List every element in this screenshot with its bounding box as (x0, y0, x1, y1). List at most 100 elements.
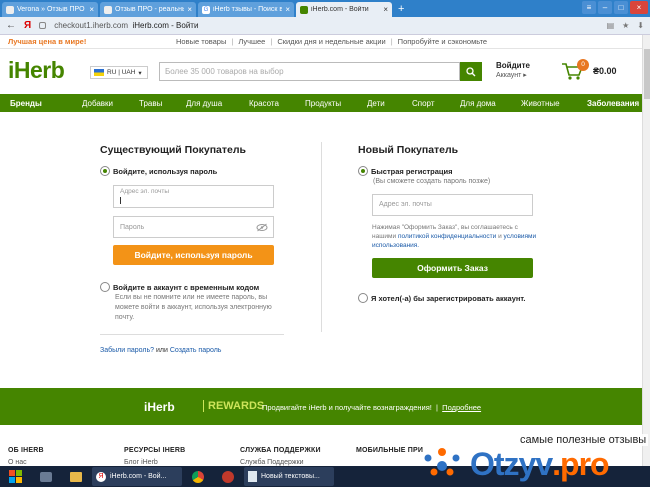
promo-bar: Лучшая цена в мире! Новые товары | Лучшее… (0, 35, 650, 49)
account-menu[interactable]: Войдите Аккаунт ▸ (496, 61, 530, 81)
browser-tab-otzyv[interactable]: Отзыв ПРО - реальные отз× (100, 2, 196, 17)
region-label: RU | UAH (107, 69, 136, 76)
login-password-button[interactable]: Войдите, используя пароль (113, 245, 274, 265)
footer-col-title: РЕСУРСЫ IHERB (124, 447, 186, 454)
footer-link[interactable]: Блог iHerb (124, 459, 185, 466)
watermark-tagline: самые полезные отзывы (518, 434, 649, 446)
start-button[interactable] (2, 467, 30, 486)
privacy-policy-link[interactable]: политикой конфиденциальности (398, 233, 496, 240)
close-icon[interactable]: × (89, 5, 94, 14)
cart-count-badge: 0 (577, 59, 589, 71)
footer-col-title: ОБ IHERB (8, 447, 44, 454)
nav-grocery[interactable]: Продукты (305, 99, 367, 108)
close-icon[interactable]: × (285, 5, 290, 14)
login-link: Войдите (496, 61, 530, 70)
taskbar-browser[interactable]: ЯiHerb.com - Вой... (92, 467, 182, 486)
nav-supplements[interactable]: Добавки (82, 99, 139, 108)
scrollbar-thumb[interactable] (644, 49, 650, 99)
new-email-field[interactable]: Адрес эл. почты (372, 194, 533, 216)
taskbar-chrome[interactable] (184, 467, 212, 486)
iherb-logo[interactable]: iHerb (8, 57, 65, 84)
password-field[interactable]: Пароль (113, 216, 274, 238)
option-quick-register[interactable]: Быстрая регистрация (358, 166, 453, 176)
or-text: или (156, 347, 168, 354)
new-tab-button[interactable]: + (394, 2, 408, 17)
forgot-password-link[interactable]: Забыли пароль? (100, 347, 154, 354)
url-field[interactable]: checkout1.iherb.com iHerb.com - Войти (54, 21, 198, 30)
nav-bath[interactable]: Для душа (186, 99, 249, 108)
footer-col-about: ОБ IHERB О нас (8, 447, 44, 466)
nav-home[interactable]: Для дома (460, 99, 521, 108)
watermark-brand-dot: .pro (552, 446, 609, 482)
taskbar-media-player[interactable] (32, 467, 60, 486)
email-field[interactable]: Адрес эл. почты (113, 185, 274, 208)
login-page: Существующий Покупатель Войдите, использ… (0, 112, 642, 388)
promo-link-trial[interactable]: Попробуйте и сэкономьте (398, 37, 487, 46)
bookmark-star-icon[interactable]: ★ (622, 21, 629, 30)
yandex-icon[interactable]: Я (24, 20, 31, 31)
yandex-browser-icon: Я (96, 471, 106, 482)
nav-sports[interactable]: Спорт (412, 99, 460, 108)
maximize-icon[interactable]: □ (614, 1, 628, 14)
option-temp-code-label: Войдите в аккаунт с временным кодом (113, 282, 260, 292)
text-cursor (120, 197, 121, 204)
footer-col-support: СЛУЖБА ПОДДЕРЖКИ Служба Поддержки (240, 447, 321, 466)
nav-beauty[interactable]: Красота (249, 99, 305, 108)
iherb-favicon-icon (300, 5, 308, 14)
search-input[interactable]: Более 35 000 товаров на выбор (159, 62, 460, 81)
radio-register-account[interactable] (358, 293, 368, 303)
taskbar-notepad[interactable]: Новый текстовы... (244, 467, 334, 486)
page-scrollbar[interactable] (642, 35, 650, 466)
column-divider (321, 142, 322, 332)
rewards-more-link[interactable]: Подробнее (442, 403, 481, 412)
browser-tab-iherb[interactable]: iHerb.com - Войти × (296, 2, 392, 17)
radio-quick-register[interactable] (358, 166, 368, 176)
nav-pets[interactable]: Животные (521, 99, 587, 108)
promo-links: Новые товары | Лучшее | Скидки дня и недел… (176, 37, 488, 46)
tab-title: Отзыв ПРО - реальные отз (115, 6, 184, 13)
promo-link-best[interactable]: Лучшее (238, 37, 265, 46)
radio-temp-code[interactable] (100, 282, 110, 292)
option-temp-code[interactable]: Войдите в аккаунт с временным кодом (100, 282, 259, 292)
menu-icon[interactable]: ≡ (582, 1, 596, 14)
taskbar-explorer[interactable] (62, 467, 90, 486)
radio-password[interactable] (100, 166, 110, 176)
cart-total[interactable]: ₴0.00 (593, 66, 617, 76)
option-register-account[interactable]: Я хотел(-а) бы зарегистрировать аккаунт. (358, 293, 526, 303)
back-arrow-icon[interactable]: ← (6, 20, 16, 31)
create-password-link[interactable]: Создать пароль (170, 347, 222, 354)
reader-icon[interactable]: ▤ (607, 21, 615, 30)
download-icon[interactable]: ⬇ (637, 21, 644, 30)
search-button[interactable] (460, 62, 482, 81)
promo-link-deals[interactable]: Скидки дня и недельные акции (277, 37, 385, 46)
favicon-icon (6, 5, 14, 14)
close-window-icon[interactable]: × (630, 1, 648, 14)
rewards-banner: iHerb REWARDS Продвигайте iHerb и получа… (0, 388, 642, 425)
taskbar-app[interactable] (214, 467, 242, 486)
browser-tab-google[interactable]: GiHerb тзывы - Поиск в Goo× (198, 2, 294, 17)
nav-kids[interactable]: Дети (367, 99, 412, 108)
browser-tab-strip: Verona » Отзыв ПРО - реа× Отзыв ПРО - ре… (0, 0, 650, 17)
minimize-icon[interactable]: – (598, 1, 612, 14)
nav-herbs[interactable]: Травы (139, 99, 186, 108)
taskbar-notepad-label: Новый текстовы... (261, 473, 320, 480)
checkout-button[interactable]: Оформить Заказ (372, 258, 533, 278)
close-icon[interactable]: × (187, 5, 192, 14)
region-selector[interactable]: RU | UAH ▾ (90, 66, 148, 79)
ukraine-flag-icon (94, 69, 104, 76)
footer-col-title: СЛУЖБА ПОДДЕРЖКИ (240, 447, 321, 454)
temp-code-hint: Если вы не помните или не имеете пароль,… (115, 294, 272, 321)
folder-icon (70, 471, 82, 482)
screen: Verona » Отзыв ПРО - реа× Отзыв ПРО - ре… (0, 0, 650, 487)
nav-conditions[interactable]: Заболевания (587, 99, 639, 108)
tab-title: Verona » Отзыв ПРО - реа (17, 6, 86, 13)
close-icon[interactable]: × (383, 5, 388, 14)
option-password[interactable]: Войдите, используя пароль (100, 166, 217, 176)
watermark-brand-main: Otzyv (470, 446, 553, 482)
promo-link-new[interactable]: Новые товары (176, 37, 226, 46)
footer-link[interactable]: Служба Поддержки (240, 459, 321, 466)
eye-slash-icon[interactable] (256, 223, 268, 232)
nav-brands[interactable]: Бренды (10, 99, 82, 108)
footer-link[interactable]: О нас (8, 459, 44, 466)
browser-tab-verona[interactable]: Verona » Отзыв ПРО - реа× (2, 2, 98, 17)
